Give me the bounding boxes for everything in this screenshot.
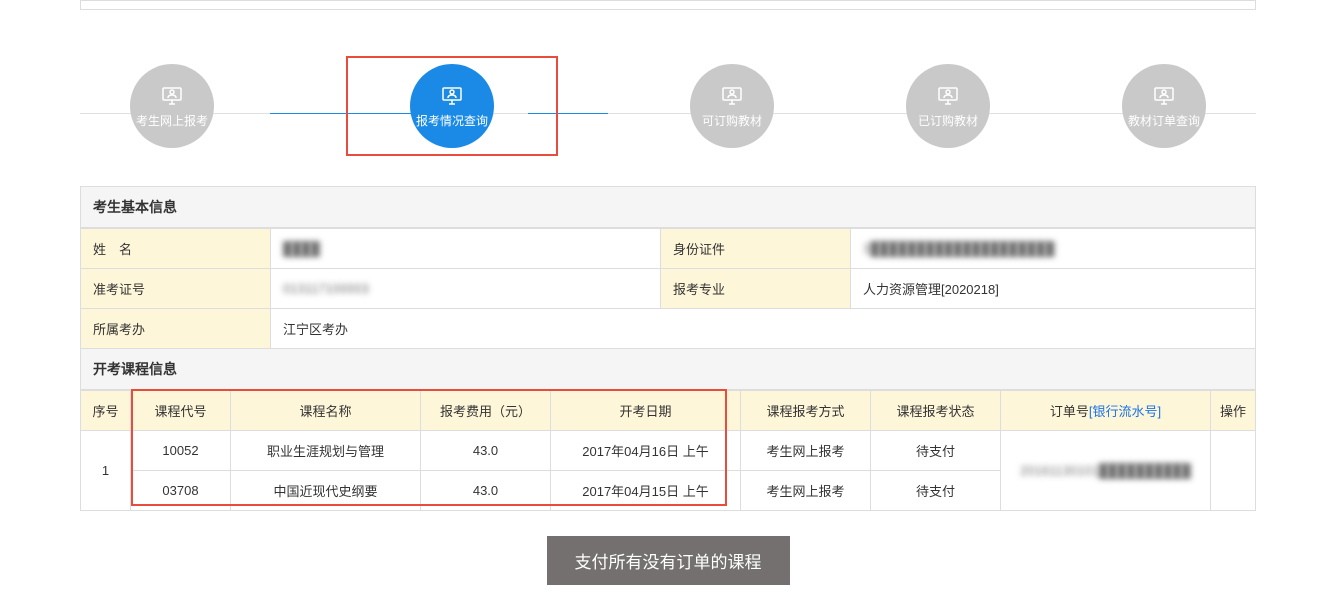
bank-flow-link[interactable]: [银行流水号] (1089, 404, 1161, 419)
step-label: 已订购教材 (918, 112, 978, 129)
monitor-user-icon (936, 84, 960, 108)
monitor-user-icon (1152, 84, 1176, 108)
id-label: 身份证件 (661, 229, 851, 269)
id-value: 3████████████████████ (863, 241, 1054, 256)
student-info-table: 姓 名 ████ 身份证件 3████████████████████ 准考证号… (80, 228, 1256, 349)
col-op: 操作 (1211, 391, 1256, 431)
cell-method: 考生网上报考 (741, 471, 871, 511)
exam-no-label: 准考证号 (81, 269, 271, 309)
cell-name: 中国近现代史纲要 (231, 471, 421, 511)
course-header-row: 序号 课程代号 课程名称 报考费用（元） 开考日期 课程报考方式 课程报考状态 … (81, 391, 1256, 431)
cell-seq: 1 (81, 431, 131, 511)
step-order-query[interactable]: 教材订单查询 (1122, 64, 1206, 148)
student-info-header: 考生基本信息 (80, 186, 1256, 228)
cell-code: 03708 (131, 471, 231, 511)
table-row: 1 10052 职业生涯规划与管理 43.0 2017年04月16日 上午 考生… (81, 431, 1256, 471)
step-label: 教材订单查询 (1128, 112, 1200, 129)
course-info-header: 开考课程信息 (80, 349, 1256, 390)
cell-status: 待支付 (871, 471, 1001, 511)
col-name: 课程名称 (231, 391, 421, 431)
step-highlight-box: 报考情况查询 (346, 56, 558, 156)
cell-op (1211, 431, 1256, 511)
office-value: 江宁区考办 (271, 309, 1256, 349)
cell-fee: 43.0 (421, 431, 551, 471)
step-ordered-materials[interactable]: 已订购教材 (906, 64, 990, 148)
monitor-user-icon (720, 84, 744, 108)
cell-name: 职业生涯规划与管理 (231, 431, 421, 471)
step-navigation: 考生网上报考 报考情况查询 可订购教材 已订购教材 (80, 16, 1256, 186)
cell-code: 10052 (131, 431, 231, 471)
cell-date: 2017年04月16日 上午 (551, 431, 741, 471)
major-label: 报考专业 (661, 269, 851, 309)
exam-no-value: 013117100003 (283, 281, 369, 296)
step-label: 报考情况查询 (416, 112, 488, 129)
cell-status: 待支付 (871, 431, 1001, 471)
office-label: 所属考办 (81, 309, 271, 349)
cell-fee: 43.0 (421, 471, 551, 511)
monitor-user-icon (160, 84, 184, 108)
step-available-materials[interactable]: 可订购教材 (690, 64, 774, 148)
cell-date: 2017年04月15日 上午 (551, 471, 741, 511)
name-value: ████ (283, 241, 320, 256)
step-online-register[interactable]: 考生网上报考 (130, 64, 214, 148)
major-value: 人力资源管理[2020218] (851, 269, 1256, 309)
step-label: 可订购教材 (702, 112, 762, 129)
name-label: 姓 名 (81, 229, 271, 269)
step-query-registration[interactable]: 报考情况查询 (410, 64, 494, 148)
cell-method: 考生网上报考 (741, 431, 871, 471)
monitor-user-icon (440, 84, 464, 108)
col-fee: 报考费用（元） (421, 391, 551, 431)
col-status: 课程报考状态 (871, 391, 1001, 431)
cell-order: 20161130101██████████ (1001, 431, 1211, 511)
top-divider-box (80, 0, 1256, 10)
col-seq: 序号 (81, 391, 131, 431)
col-code: 课程代号 (131, 391, 231, 431)
step-label: 考生网上报考 (136, 112, 208, 129)
col-order: 订单号[银行流水号] (1001, 391, 1211, 431)
col-method: 课程报考方式 (741, 391, 871, 431)
pay-all-button[interactable]: 支付所有没有订单的课程 (547, 536, 790, 585)
col-date: 开考日期 (551, 391, 741, 431)
course-table: 序号 课程代号 课程名称 报考费用（元） 开考日期 课程报考方式 课程报考状态 … (80, 390, 1256, 511)
